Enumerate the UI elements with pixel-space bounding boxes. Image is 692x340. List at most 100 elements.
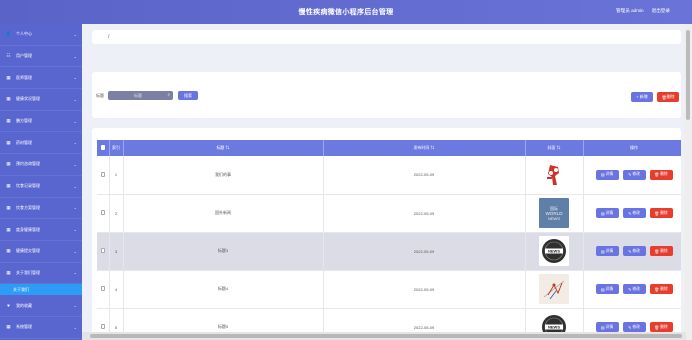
edit-icon: ✎ <box>628 325 632 330</box>
sidebar-subitem-about[interactable]: 关于我们 <box>0 284 82 296</box>
vertical-scrollbar[interactable] <box>684 24 692 340</box>
user-icon: 👤 <box>5 31 12 37</box>
delete-button[interactable]: 🗑 删除 <box>649 322 673 332</box>
sidebar-item-5[interactable]: ▦ 药材管理 ⌄ <box>0 132 82 155</box>
row-cover-image: 国际 WORLD NEWS <box>525 194 584 233</box>
sidebar-item-0[interactable]: 👤 个人中心 ⌄ <box>0 24 82 46</box>
row-cover-image <box>525 270 584 309</box>
delete-button[interactable]: 🗑 删除 <box>649 246 673 256</box>
col-actions: 操作 <box>583 140 681 156</box>
sidebar-item-8[interactable]: ▦ 饮食方案管理 ⌄ <box>0 198 82 220</box>
batch-delete-button[interactable]: 🗑 删除 <box>657 92 679 102</box>
add-button[interactable]: + 新增 <box>631 92 653 102</box>
detail-icon: ▤ <box>600 287 605 292</box>
chevron-icon: ⌄ <box>73 118 77 124</box>
sidebar-item-10[interactable]: ▦ 健康提交管理 ⌄ <box>0 241 82 263</box>
sidebar-item-9[interactable]: ▦ 度身健康管理 ⌄ <box>0 219 82 241</box>
edit-button[interactable]: ✎ 修改 <box>622 169 646 180</box>
edit-button[interactable]: ✎ 修改 <box>622 284 646 294</box>
sidebar-item-label: 健康提交管理 <box>16 248 40 254</box>
row-checkbox[interactable] <box>97 270 110 309</box>
trash-icon: 🗑 <box>654 325 660 330</box>
row-actions: ▤ 详情 ✎ 修改 🗑 删除 <box>583 232 681 271</box>
horizontal-scrollbar[interactable] <box>82 332 686 340</box>
detail-button[interactable]: ▤ 详情 <box>595 169 619 180</box>
row-date: 2022-05-09 <box>323 156 526 195</box>
row-checkbox[interactable] <box>97 156 110 195</box>
breadcrumb: / <box>92 30 681 44</box>
sidebar-item-label: 度身健康管理 <box>16 226 40 232</box>
detail-button[interactable]: ▤ 详情 <box>595 208 619 218</box>
sidebar-item-11[interactable]: ▦ 关于我们管理 ⌄ <box>0 263 82 285</box>
detail-button[interactable]: ▤ 详情 <box>595 284 619 294</box>
delete-button[interactable]: 🗑 删除 <box>649 208 673 218</box>
edit-icon: ✎ <box>628 287 632 292</box>
row-date: 2022-05-09 <box>323 270 526 309</box>
chevron-icon: ⌄ <box>73 227 77 233</box>
row-cover-image <box>525 156 584 195</box>
sidebar-item-label: 用户管理 <box>16 53 32 59</box>
table-row[interactable]: 3 标题3 2022-05-09 NEWS ▤ 详情 ✎ 修改 🗑 删除 <box>97 232 681 271</box>
chevron-icon: ⌄ <box>73 270 77 276</box>
row-title: 标题4 <box>123 270 324 309</box>
sidebar-item-label: 药材管理 <box>16 139 32 145</box>
logout-link[interactable]: 退出登录 <box>652 8 670 14</box>
grid-icon: ▦ <box>6 183 11 189</box>
sidebar-item-label: 预约咨询管理 <box>16 161 40 167</box>
grid-icon: ▦ <box>6 161 11 167</box>
edit-button[interactable]: ✎ 修改 <box>622 208 646 218</box>
trash-icon: 🗑 <box>654 211 660 216</box>
edit-button[interactable]: ✎ 修改 <box>622 322 646 332</box>
table-row[interactable]: 2 国外新闻 2022-05-09 国际 WORLD NEWS ▤ 详情 ✎ 修改 … <box>97 194 681 233</box>
row-date: 2022-05-09 <box>323 232 526 271</box>
grid-icon: ▦ <box>6 226 11 232</box>
select-all-checkbox[interactable] <box>97 140 110 156</box>
chevron-icon: ⌄ <box>73 205 77 211</box>
col-cover[interactable]: 封面 ⇅ <box>525 140 584 156</box>
grid-icon: ▦ <box>6 74 11 80</box>
sidebar-item-2[interactable]: ▦ 医师管理 ⌄ <box>0 67 82 90</box>
table-panel: 索引 标题 ⇅ 发布时间 ⇅ 封面 ⇅ 操作 1 我们的事 2022-05-09… <box>92 128 681 340</box>
chevron-icon: ⌄ <box>73 140 77 146</box>
row-checkbox[interactable] <box>97 232 110 271</box>
detail-button[interactable]: ▤ 详情 <box>595 246 619 256</box>
sidebar-item-6[interactable]: ▦ 预约咨询管理 ⌄ <box>0 154 82 176</box>
sidebar-item-1[interactable]: ☷ 用户管理 ⌄ <box>0 46 82 68</box>
search-label: 标题 <box>96 93 104 98</box>
heart-icon: ♥ <box>7 303 10 309</box>
sidebar-item-extra-0[interactable]: ♥ 我的收藏 ⌄ <box>0 295 82 317</box>
sidebar-item-label: 饮食记录管理 <box>16 183 40 189</box>
edit-icon: ✎ <box>628 211 632 216</box>
chevron-icon: ⌄ <box>73 53 77 59</box>
table-row[interactable]: 4 标题4 2022-05-09 ▤ 详情 ✎ 修改 🗑 删除 <box>97 270 681 309</box>
row-checkbox[interactable] <box>97 194 110 233</box>
table-row[interactable]: 1 我们的事 2022-05-09 ▤ 详情 ✎ 修改 🗑 删除 <box>97 156 681 195</box>
edit-button[interactable]: ✎ 修改 <box>622 246 646 256</box>
detail-button[interactable]: ▤ 详情 <box>595 322 619 332</box>
grid-icon: ▦ <box>6 118 11 124</box>
row-title: 标题3 <box>123 232 324 271</box>
col-title[interactable]: 标题 ⇅ <box>123 140 324 156</box>
edit-icon: ✎ <box>628 249 632 254</box>
search-input[interactable]: 标题 ⌕ <box>108 91 173 100</box>
sidebar-item-label: 系统管理 <box>16 324 32 330</box>
trash-icon: 🗑 <box>654 173 660 178</box>
detail-icon: ▤ <box>600 249 605 254</box>
row-actions: ▤ 详情 ✎ 修改 🗑 删除 <box>583 270 681 309</box>
sidebar-item-extra-1[interactable]: ▦ 系统管理 ⌄ <box>0 317 82 339</box>
grid-icon: ▦ <box>6 139 11 145</box>
delete-button[interactable]: 🗑 删除 <box>649 284 673 294</box>
col-date[interactable]: 发布时间 ⇅ <box>323 140 526 156</box>
main-content: / 标题 标题 ⌕ 搜索 + 新增 🗑删除 索引 标题 ⇅ 发布时间 ⇅ 封面 <box>82 24 692 340</box>
sidebar-item-label: 个人中心 <box>16 31 32 37</box>
breadcrumb-separator: / <box>108 34 110 40</box>
search-button[interactable]: 搜索 <box>178 91 198 100</box>
sidebar-item-4[interactable]: ▦ 膳方管理 ⌄ <box>0 111 82 133</box>
sidebar-item-7[interactable]: ▦ 饮食记录管理 ⌄ <box>0 176 82 198</box>
delete-button[interactable]: 🗑 删除 <box>649 169 673 180</box>
row-index: 1 <box>109 156 124 195</box>
sidebar-item-3[interactable]: ▦ 健康状况管理 ⌄ <box>0 89 82 111</box>
grid-icon: ▦ <box>6 324 11 330</box>
chevron-icon: ⌄ <box>73 303 77 309</box>
search-panel: 标题 标题 ⌕ 搜索 + 新增 🗑 删除 <box>92 72 681 118</box>
